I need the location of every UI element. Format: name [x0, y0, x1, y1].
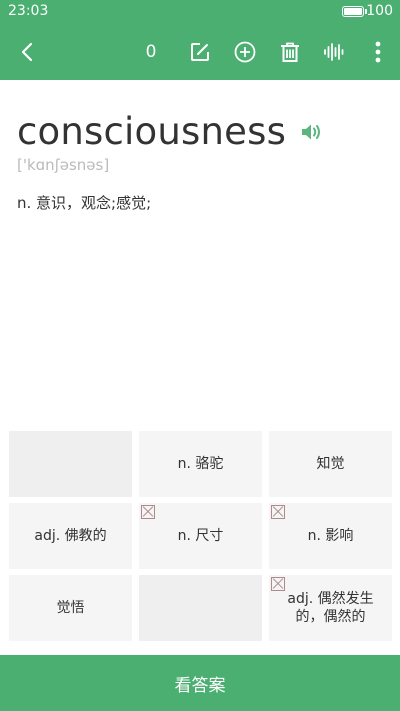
choice-grid: n. 骆驼 知觉 adj. 佛教的 n. 尺寸 n. 影响 觉悟 adj. 偶然… — [9, 431, 393, 643]
more-button[interactable] — [360, 34, 396, 70]
add-circle-icon — [234, 41, 256, 63]
trash-icon — [281, 42, 299, 62]
delete-button[interactable] — [272, 34, 308, 70]
voice-button[interactable] — [316, 34, 352, 70]
choice-cell[interactable]: n. 骆驼 — [139, 431, 262, 497]
add-button[interactable] — [227, 34, 263, 70]
speaker-icon — [302, 124, 321, 139]
wrong-mark-icon — [271, 577, 285, 591]
wrong-mark-icon — [141, 505, 155, 519]
back-arrow-icon — [21, 42, 33, 62]
word-row: consciousness — [17, 110, 322, 153]
battery-level: 100 — [366, 3, 393, 19]
choice-label: adj. 佛教的 — [34, 528, 107, 544]
phonetic: ['kɑnʃəsnəs] — [17, 156, 110, 174]
choice-cell[interactable]: n. 尺寸 — [139, 503, 262, 569]
soundwave-icon — [324, 43, 344, 61]
toolbar: 0 — [0, 24, 400, 80]
choice-cell[interactable] — [9, 431, 132, 497]
show-answer-button[interactable]: 看答案 — [0, 655, 400, 711]
battery-icon — [342, 6, 367, 17]
more-vertical-icon — [375, 41, 381, 63]
choice-cell[interactable]: n. 影响 — [269, 503, 392, 569]
choice-label: 知觉 — [316, 456, 345, 472]
choice-cell[interactable]: adj. 偶然发生的，偶然的 — [269, 575, 392, 641]
choice-label: adj. 偶然发生的，偶然的 — [287, 591, 374, 625]
back-button[interactable] — [10, 34, 46, 70]
choice-label: n. 骆驼 — [177, 456, 224, 472]
count-label: 0 — [145, 42, 157, 62]
edit-icon — [191, 43, 209, 61]
word-title: consciousness — [17, 110, 287, 153]
choice-cell[interactable]: 知觉 — [269, 431, 392, 497]
wrong-mark-icon — [271, 505, 285, 519]
choice-label: n. 影响 — [307, 528, 354, 544]
choice-cell[interactable]: 觉悟 — [9, 575, 132, 641]
choice-cell[interactable] — [139, 575, 262, 641]
speaker-button[interactable] — [300, 122, 322, 146]
status-time: 23:03 — [8, 3, 49, 19]
choice-cell[interactable]: adj. 佛教的 — [9, 503, 132, 569]
choice-label: n. 尺寸 — [177, 528, 224, 544]
choice-label: 觉悟 — [56, 600, 85, 616]
edit-button[interactable] — [182, 34, 218, 70]
status-bar: 23:03 100 — [0, 0, 400, 24]
definition: n. 意识，观念;感觉; — [17, 194, 152, 212]
count-button[interactable]: 0 — [133, 34, 169, 70]
